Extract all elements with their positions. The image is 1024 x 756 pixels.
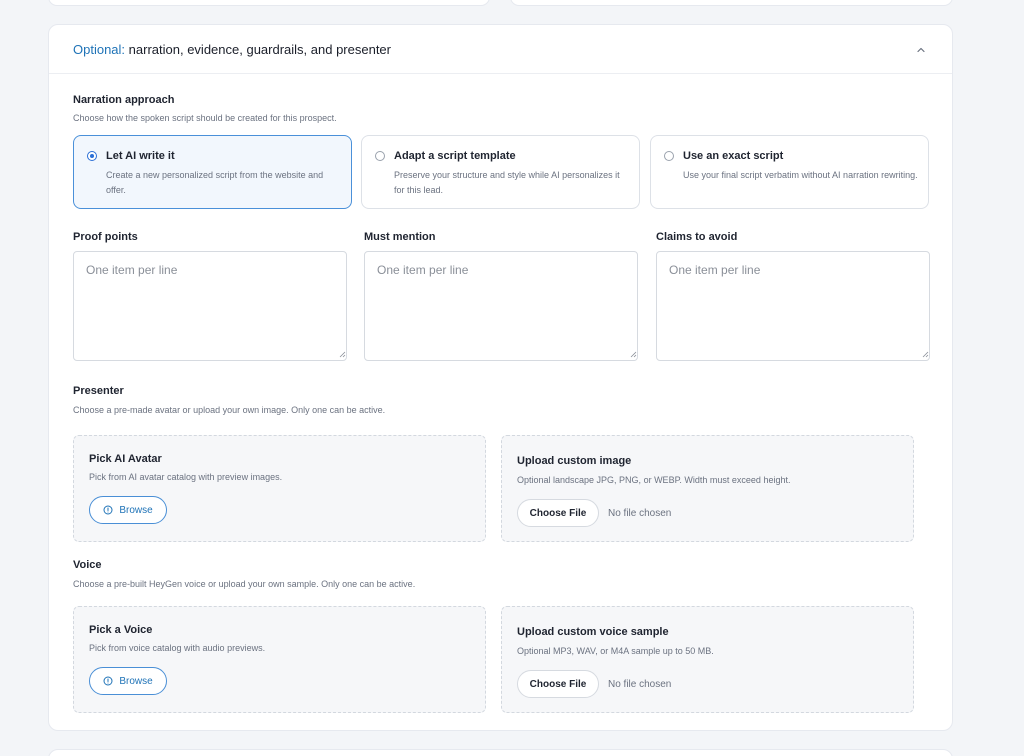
narration-option-adapt-template[interactable]: Adapt a script template Preserve your st… bbox=[361, 135, 640, 209]
radio-button[interactable] bbox=[664, 151, 674, 161]
resize-grip-icon[interactable] bbox=[339, 351, 346, 358]
proof-points-input[interactable] bbox=[73, 251, 347, 361]
card-title-text: narration, evidence, guardrails, and pre… bbox=[128, 42, 391, 57]
previous-card-right bbox=[510, 0, 953, 6]
pick-voice-panel: Pick a Voice Pick from voice catalog wit… bbox=[73, 606, 486, 713]
presenter-help: Choose a pre-made avatar or upload your … bbox=[73, 405, 386, 415]
option-title: Adapt a script template bbox=[394, 150, 516, 162]
pick-avatar-panel: Pick AI Avatar Pick from AI avatar catal… bbox=[73, 435, 486, 542]
option-description: Preserve your structure and style while … bbox=[394, 170, 620, 195]
pick-voice-title: Pick a Voice bbox=[89, 624, 153, 636]
optional-settings-card: Optional: narration, evidence, guardrail… bbox=[48, 24, 953, 731]
upload-voice-panel: Upload custom voice sample Optional MP3,… bbox=[501, 606, 914, 713]
card-header[interactable]: Optional: narration, evidence, guardrail… bbox=[49, 25, 952, 74]
choose-voice-file-button[interactable]: Choose File bbox=[517, 670, 599, 698]
next-card bbox=[48, 749, 953, 756]
proof-points-label: Proof points bbox=[73, 231, 138, 243]
claims-to-avoid-label: Claims to avoid bbox=[656, 231, 738, 243]
upload-voice-desc: Optional MP3, WAV, or M4A sample up to 5… bbox=[517, 646, 714, 656]
chevron-up-icon[interactable] bbox=[916, 45, 926, 55]
browse-voice-button[interactable]: Browse bbox=[89, 667, 167, 695]
previous-card-left bbox=[48, 0, 490, 6]
choose-image-file-button[interactable]: Choose File bbox=[517, 499, 599, 527]
narration-help: Choose how the spoken script should be c… bbox=[73, 113, 337, 123]
browse-avatar-button[interactable]: Browse bbox=[89, 496, 167, 524]
browse-label: Browse bbox=[119, 504, 153, 516]
upload-voice-title: Upload custom voice sample bbox=[517, 626, 669, 638]
option-description: Create a new personalized script from th… bbox=[106, 170, 324, 195]
radio-button[interactable] bbox=[87, 151, 97, 161]
browse-label: Browse bbox=[119, 675, 153, 687]
narration-label: Narration approach bbox=[73, 94, 175, 106]
pick-voice-desc: Pick from voice catalog with audio previ… bbox=[89, 643, 266, 653]
upload-image-desc: Optional landscape JPG, PNG, or WEBP. Wi… bbox=[517, 475, 791, 485]
radio-button[interactable] bbox=[375, 151, 385, 161]
option-title: Use an exact script bbox=[683, 150, 784, 162]
narration-option-exact-script[interactable]: Use an exact script Use your final scrip… bbox=[650, 135, 929, 209]
option-title: Let AI write it bbox=[106, 150, 175, 162]
upload-image-panel: Upload custom image Optional landscape J… bbox=[501, 435, 914, 542]
option-description: Use your final script verbatim without A… bbox=[683, 170, 918, 180]
optional-prefix: Optional: bbox=[73, 42, 126, 57]
info-circle-icon bbox=[103, 676, 113, 686]
card-title: Optional: narration, evidence, guardrail… bbox=[73, 42, 391, 57]
claims-to-avoid-input[interactable] bbox=[656, 251, 930, 361]
must-mention-input[interactable] bbox=[364, 251, 638, 361]
upload-image-title: Upload custom image bbox=[517, 455, 632, 467]
voice-file-status: No file chosen bbox=[608, 679, 672, 690]
voice-label: Voice bbox=[73, 559, 102, 571]
presenter-label: Presenter bbox=[73, 385, 124, 397]
narration-option-ai-write[interactable]: Let AI write it Create a new personalize… bbox=[73, 135, 352, 209]
info-circle-icon bbox=[103, 505, 113, 515]
pick-avatar-desc: Pick from AI avatar catalog with preview… bbox=[89, 472, 283, 482]
pick-avatar-title: Pick AI Avatar bbox=[89, 453, 162, 465]
resize-grip-icon[interactable] bbox=[630, 351, 637, 358]
must-mention-label: Must mention bbox=[364, 231, 436, 243]
image-file-status: No file chosen bbox=[608, 508, 672, 519]
voice-help: Choose a pre-built HeyGen voice or uploa… bbox=[73, 579, 416, 589]
resize-grip-icon[interactable] bbox=[922, 351, 929, 358]
